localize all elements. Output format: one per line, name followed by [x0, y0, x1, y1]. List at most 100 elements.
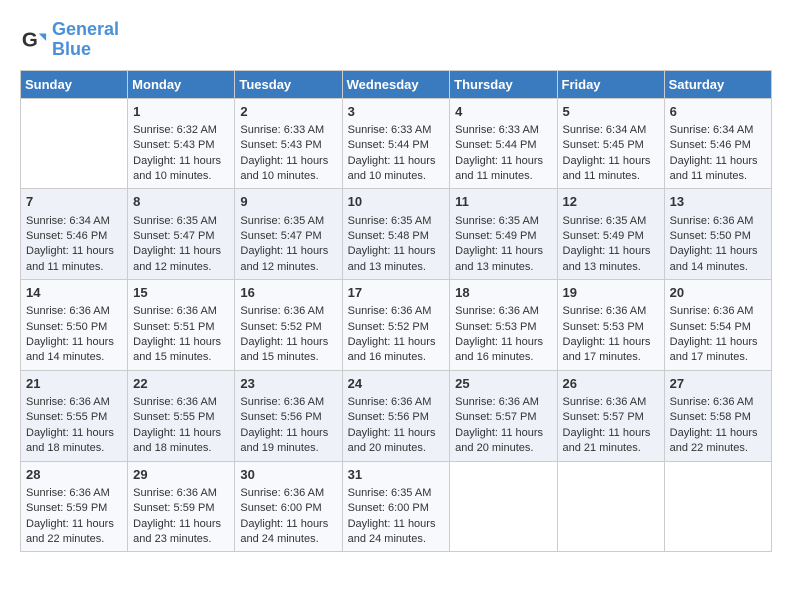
day-cell	[21, 98, 128, 189]
day-info: Daylight: 11 hours	[26, 244, 122, 259]
day-info: Sunrise: 6:35 AM	[455, 214, 551, 229]
day-info: and 21 minutes.	[563, 441, 659, 456]
day-info: and 11 minutes.	[563, 169, 659, 184]
day-cell: 27Sunrise: 6:36 AMSunset: 5:58 PMDayligh…	[664, 370, 771, 461]
day-info: Sunrise: 6:35 AM	[348, 214, 445, 229]
day-info: and 15 minutes.	[133, 350, 229, 365]
day-info: Sunset: 5:50 PM	[26, 320, 122, 335]
day-info: Sunrise: 6:36 AM	[240, 395, 336, 410]
day-info: Daylight: 11 hours	[348, 154, 445, 169]
day-number: 14	[26, 284, 122, 302]
day-info: Daylight: 11 hours	[348, 335, 445, 350]
svg-text:G: G	[22, 28, 38, 51]
day-number: 25	[455, 375, 551, 393]
day-number: 12	[563, 193, 659, 211]
day-info: Daylight: 11 hours	[670, 426, 766, 441]
day-number: 24	[348, 375, 445, 393]
day-number: 15	[133, 284, 229, 302]
day-info: Sunset: 5:57 PM	[563, 410, 659, 425]
day-info: and 23 minutes.	[133, 532, 229, 547]
day-info: and 11 minutes.	[670, 169, 766, 184]
day-info: and 17 minutes.	[670, 350, 766, 365]
day-info: Sunrise: 6:36 AM	[563, 395, 659, 410]
day-info: Sunrise: 6:36 AM	[240, 486, 336, 501]
day-info: Daylight: 11 hours	[133, 335, 229, 350]
day-number: 17	[348, 284, 445, 302]
day-info: and 24 minutes.	[240, 532, 336, 547]
day-number: 9	[240, 193, 336, 211]
day-info: Daylight: 11 hours	[133, 244, 229, 259]
day-info: Sunrise: 6:32 AM	[133, 123, 229, 138]
day-info: Sunrise: 6:35 AM	[240, 214, 336, 229]
day-cell: 15Sunrise: 6:36 AMSunset: 5:51 PMDayligh…	[128, 280, 235, 371]
day-cell: 30Sunrise: 6:36 AMSunset: 6:00 PMDayligh…	[235, 461, 342, 552]
day-cell: 3Sunrise: 6:33 AMSunset: 5:44 PMDaylight…	[342, 98, 450, 189]
day-cell: 16Sunrise: 6:36 AMSunset: 5:52 PMDayligh…	[235, 280, 342, 371]
day-info: and 19 minutes.	[240, 441, 336, 456]
day-info: and 18 minutes.	[26, 441, 122, 456]
day-cell	[450, 461, 557, 552]
week-row-5: 28Sunrise: 6:36 AMSunset: 5:59 PMDayligh…	[21, 461, 772, 552]
day-info: Daylight: 11 hours	[670, 335, 766, 350]
day-info: Daylight: 11 hours	[133, 154, 229, 169]
day-info: Sunrise: 6:36 AM	[348, 395, 445, 410]
day-info: Sunrise: 6:33 AM	[455, 123, 551, 138]
page-header: G GeneralBlue	[20, 20, 772, 60]
day-cell: 19Sunrise: 6:36 AMSunset: 5:53 PMDayligh…	[557, 280, 664, 371]
day-info: and 15 minutes.	[240, 350, 336, 365]
day-info: Sunrise: 6:34 AM	[670, 123, 766, 138]
logo-icon: G	[20, 26, 48, 54]
day-info: Sunset: 5:47 PM	[133, 229, 229, 244]
day-info: and 16 minutes.	[348, 350, 445, 365]
column-header-friday: Friday	[557, 70, 664, 98]
day-info: Sunset: 6:00 PM	[240, 501, 336, 516]
day-info: Daylight: 11 hours	[240, 517, 336, 532]
day-info: Daylight: 11 hours	[240, 335, 336, 350]
day-info: Sunset: 5:59 PM	[26, 501, 122, 516]
day-info: and 10 minutes.	[348, 169, 445, 184]
day-info: and 22 minutes.	[26, 532, 122, 547]
day-number: 20	[670, 284, 766, 302]
day-info: Daylight: 11 hours	[563, 426, 659, 441]
day-info: Daylight: 11 hours	[133, 426, 229, 441]
day-info: Sunset: 5:52 PM	[240, 320, 336, 335]
column-header-wednesday: Wednesday	[342, 70, 450, 98]
day-info: Sunset: 5:46 PM	[26, 229, 122, 244]
day-number: 1	[133, 103, 229, 121]
day-info: Daylight: 11 hours	[455, 154, 551, 169]
day-info: and 11 minutes.	[455, 169, 551, 184]
day-info: Daylight: 11 hours	[240, 244, 336, 259]
day-cell: 22Sunrise: 6:36 AMSunset: 5:55 PMDayligh…	[128, 370, 235, 461]
day-number: 23	[240, 375, 336, 393]
day-number: 5	[563, 103, 659, 121]
day-number: 11	[455, 193, 551, 211]
day-info: Sunrise: 6:33 AM	[240, 123, 336, 138]
day-info: Sunset: 5:53 PM	[455, 320, 551, 335]
day-info: Sunrise: 6:33 AM	[348, 123, 445, 138]
column-header-tuesday: Tuesday	[235, 70, 342, 98]
day-info: Sunrise: 6:36 AM	[670, 304, 766, 319]
day-info: Daylight: 11 hours	[348, 517, 445, 532]
day-info: Sunrise: 6:36 AM	[670, 395, 766, 410]
day-number: 16	[240, 284, 336, 302]
day-number: 26	[563, 375, 659, 393]
day-info: and 12 minutes.	[133, 260, 229, 275]
day-info: Sunrise: 6:36 AM	[348, 304, 445, 319]
day-info: Sunset: 5:59 PM	[133, 501, 229, 516]
day-number: 8	[133, 193, 229, 211]
day-info: Sunrise: 6:36 AM	[133, 486, 229, 501]
calendar-table: SundayMondayTuesdayWednesdayThursdayFrid…	[20, 70, 772, 553]
column-header-saturday: Saturday	[664, 70, 771, 98]
day-number: 21	[26, 375, 122, 393]
day-info: and 10 minutes.	[240, 169, 336, 184]
day-info: Daylight: 11 hours	[563, 244, 659, 259]
calendar-header-row: SundayMondayTuesdayWednesdayThursdayFrid…	[21, 70, 772, 98]
week-row-1: 1Sunrise: 6:32 AMSunset: 5:43 PMDaylight…	[21, 98, 772, 189]
day-info: Sunset: 5:45 PM	[563, 138, 659, 153]
day-info: Sunset: 5:46 PM	[670, 138, 766, 153]
day-info: Sunrise: 6:36 AM	[670, 214, 766, 229]
day-info: and 16 minutes.	[455, 350, 551, 365]
day-info: and 11 minutes.	[26, 260, 122, 275]
week-row-2: 7Sunrise: 6:34 AMSunset: 5:46 PMDaylight…	[21, 189, 772, 280]
day-info: Sunset: 5:49 PM	[563, 229, 659, 244]
